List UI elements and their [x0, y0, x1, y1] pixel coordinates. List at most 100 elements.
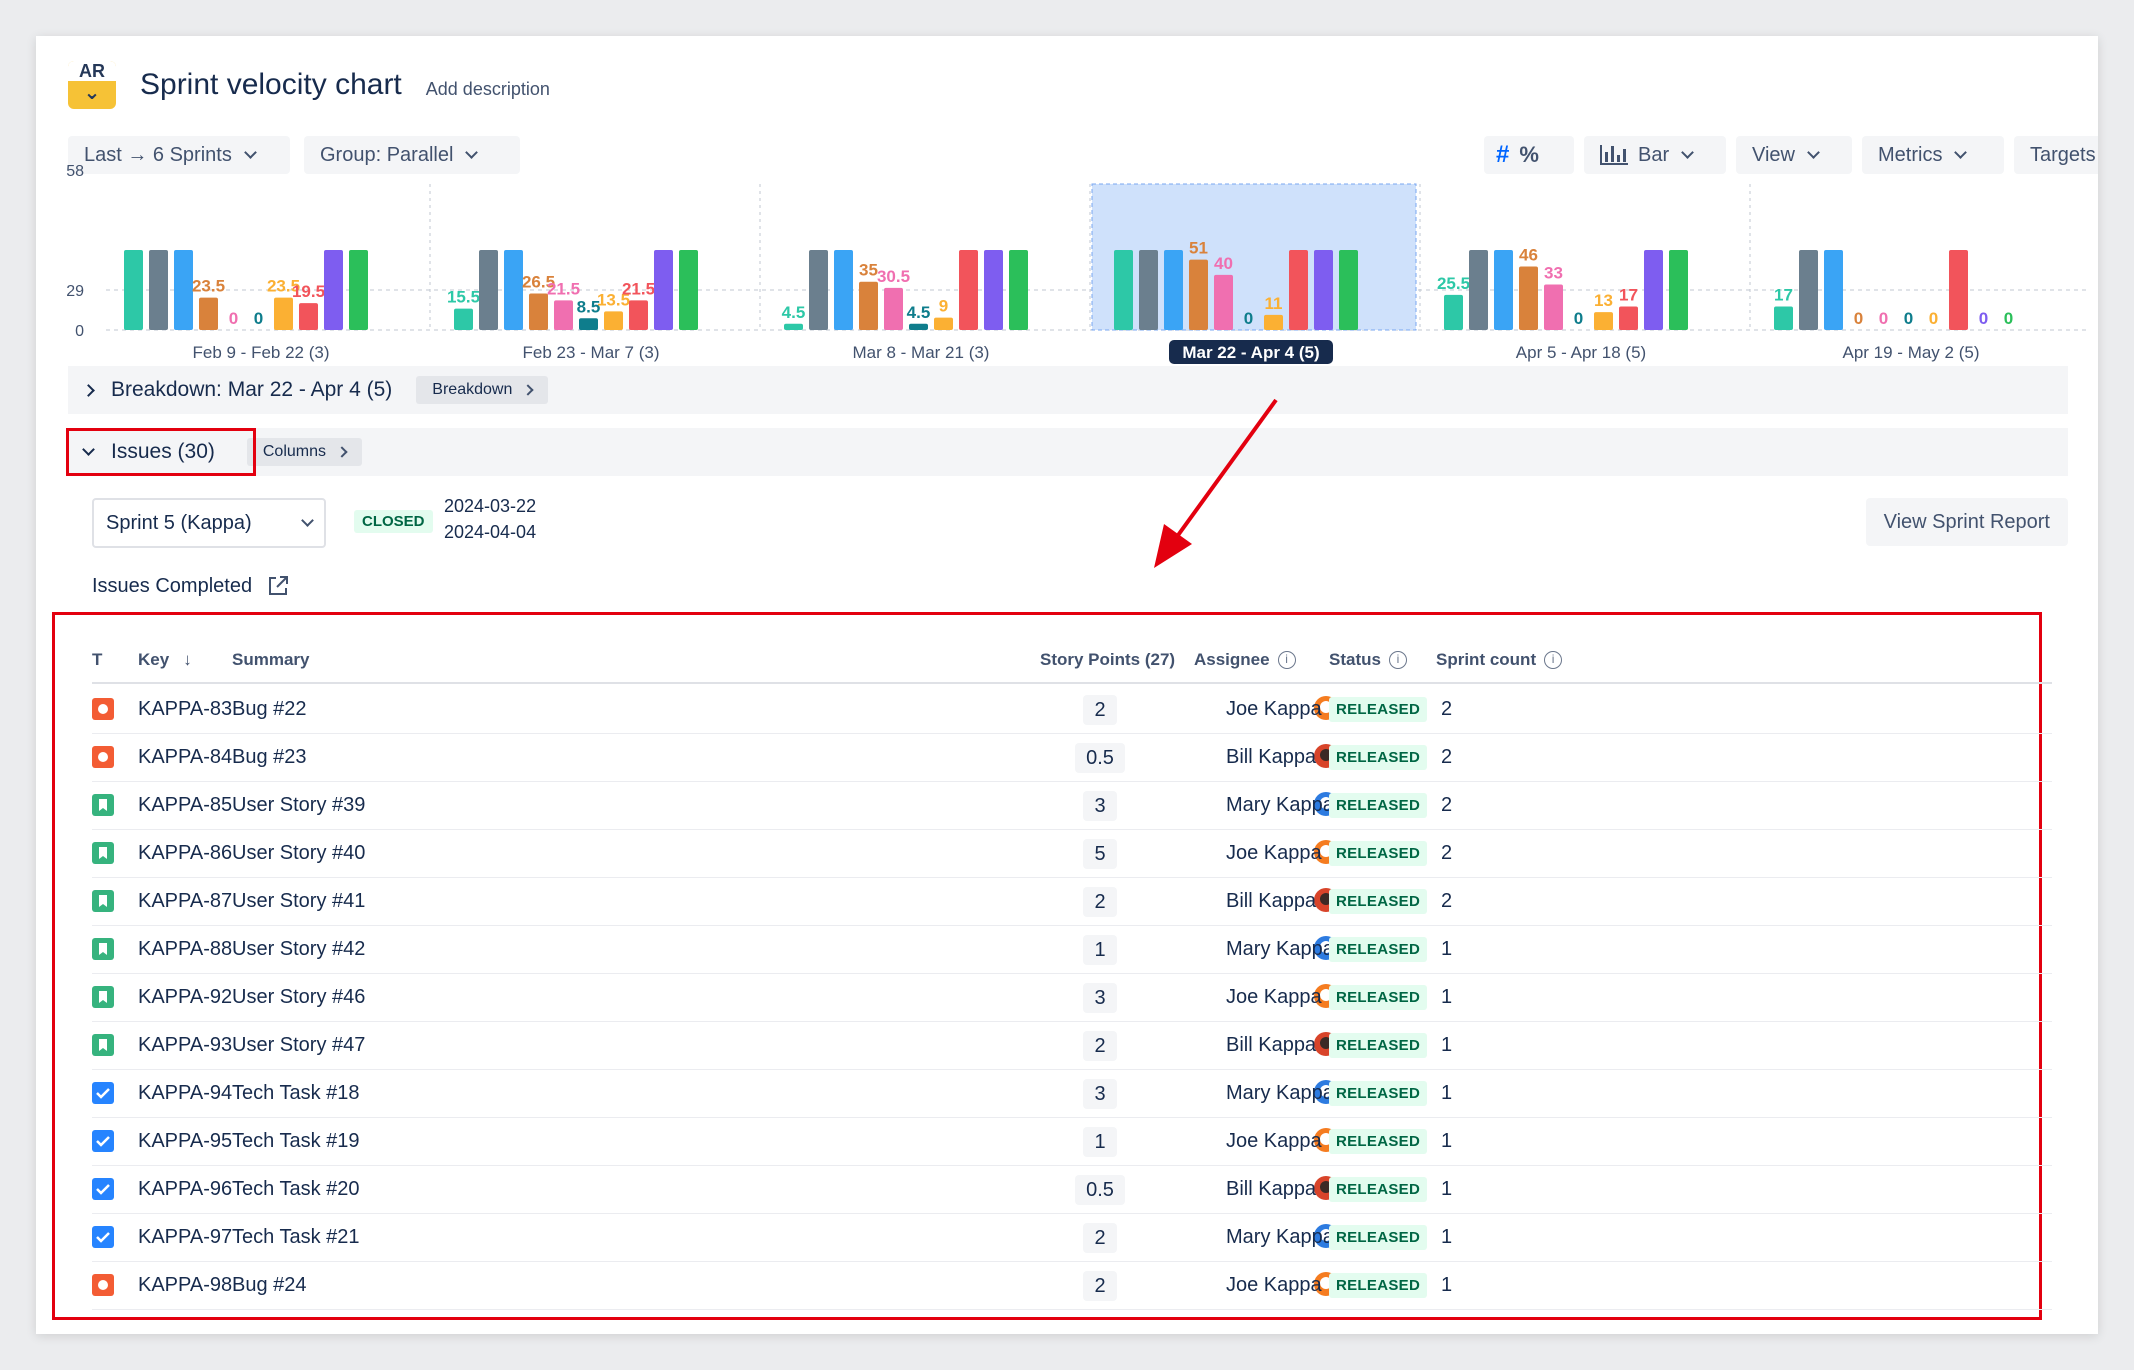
- add-description-link[interactable]: Add description: [426, 79, 550, 100]
- table-row[interactable]: KAPPA-98 Bug #24 2 Joe Kappa RELEASED 1: [92, 1262, 2052, 1310]
- issue-key-link[interactable]: KAPPA-94: [138, 1082, 232, 1105]
- assignee-name: Mary Kappa: [1226, 1082, 1334, 1104]
- info-icon[interactable]: i: [1544, 651, 1563, 669]
- issue-summary-link[interactable]: Tech Task #20: [232, 1178, 360, 1201]
- table-row[interactable]: KAPPA-86 User Story #40 5 Joe Kappa RELEASED…: [92, 830, 2052, 878]
- info-icon[interactable]: i: [1388, 651, 1407, 669]
- bar: [1594, 312, 1613, 330]
- col-type[interactable]: T: [92, 650, 102, 670]
- assignee-name: Joe Kappa: [1226, 986, 1322, 1008]
- issue-key-link[interactable]: KAPPA-98: [138, 1274, 232, 1297]
- issues-section[interactable]: Issues (30) Columns: [68, 428, 2068, 476]
- sprint-count-value: 2: [1441, 842, 1453, 864]
- bar: [604, 311, 623, 330]
- view-sprint-report-button[interactable]: View Sprint Report: [1865, 498, 2068, 546]
- issue-key-link[interactable]: KAPPA-95: [138, 1130, 232, 1153]
- table-row[interactable]: KAPPA-93 User Story #47 2 Bill Kappa RELEASE…: [92, 1022, 2052, 1070]
- breakdown-button[interactable]: Breakdown: [416, 376, 549, 404]
- table-row[interactable]: KAPPA-94 Tech Task #18 3 Mary Kappa RELEASED…: [92, 1070, 2052, 1118]
- issue-summary-link[interactable]: Tech Task #21: [232, 1226, 360, 1249]
- task-checkbox-icon: [92, 1082, 114, 1104]
- col-story-points[interactable]: Story Points (27): [1040, 650, 1175, 670]
- info-icon[interactable]: i: [1277, 651, 1296, 669]
- table-row[interactable]: KAPPA-96 Tech Task #20 0.5 Bill Kappa RELEAS…: [92, 1166, 2052, 1214]
- metrics-dropdown[interactable]: Metrics: [1862, 136, 2004, 174]
- col-sprint-count[interactable]: Sprint count i: [1436, 650, 1563, 670]
- bar: [959, 250, 978, 330]
- issue-summary-link[interactable]: User Story #46: [232, 986, 365, 1009]
- issue-key-link[interactable]: KAPPA-92: [138, 986, 232, 1009]
- issue-key-link[interactable]: KAPPA-84: [138, 746, 232, 769]
- columns-button[interactable]: Columns: [246, 438, 363, 466]
- x-tick-label: Feb 23 - Mar 7 (3): [523, 343, 660, 362]
- issue-key-link[interactable]: KAPPA-93: [138, 1034, 232, 1057]
- value-mode-toggle[interactable]: # %: [1484, 136, 1574, 174]
- issue-key-link[interactable]: KAPPA-97: [138, 1226, 232, 1249]
- issue-summary-link[interactable]: Bug #24: [232, 1274, 307, 1297]
- issue-key-link[interactable]: KAPPA-87: [138, 890, 232, 913]
- issue-summary-link[interactable]: User Story #47: [232, 1034, 365, 1057]
- issue-key-link[interactable]: KAPPA-96: [138, 1178, 232, 1201]
- table-row[interactable]: KAPPA-97 Tech Task #21 2 Mary Kappa RELEASED…: [92, 1214, 2052, 1262]
- expand-right-icon[interactable]: [82, 383, 95, 397]
- sprint-count-value: 1: [1441, 1178, 1453, 1200]
- sort-down-icon: ↓: [183, 650, 192, 669]
- percent-icon[interactable]: %: [1519, 142, 1539, 168]
- issue-summary-link[interactable]: Bug #23: [232, 746, 307, 769]
- data-label: 0: [1904, 309, 1913, 328]
- table-row[interactable]: KAPPA-85 User Story #39 3 Mary Kappa RELEASE…: [92, 782, 2052, 830]
- issue-key-link[interactable]: KAPPA-86: [138, 842, 232, 865]
- issue-summary-link[interactable]: Tech Task #18: [232, 1082, 360, 1105]
- col-status[interactable]: Status i: [1329, 650, 1407, 670]
- table-row[interactable]: KAPPA-88 User Story #42 1 Mary Kappa RELEASE…: [92, 926, 2052, 974]
- assignee-name: Joe Kappa: [1226, 1130, 1322, 1152]
- issue-summary-link[interactable]: User Story #41: [232, 890, 365, 913]
- table-row[interactable]: KAPPA-83 Bug #22 2 Joe Kappa RELEASED 2: [92, 686, 2052, 734]
- bar: [834, 250, 853, 330]
- issue-key-link[interactable]: KAPPA-88: [138, 938, 232, 961]
- annotation-arrow: [1154, 398, 1278, 568]
- group-dropdown[interactable]: Group: Parallel: [304, 136, 520, 174]
- story-bookmark-icon: [92, 842, 114, 864]
- bar: [909, 323, 928, 330]
- chart-type-dropdown[interactable]: Bar: [1584, 136, 1726, 174]
- data-label: 0: [229, 309, 238, 328]
- sprint-range-dropdown[interactable]: Last → 6 Sprints: [68, 136, 290, 174]
- bar: [1644, 250, 1663, 330]
- bar: [1444, 294, 1463, 330]
- task-checkbox-icon: [92, 1178, 114, 1200]
- page-title: Sprint velocity chart: [140, 68, 402, 101]
- col-assignee[interactable]: Assignee i: [1194, 650, 1296, 670]
- data-label: 19.5: [292, 282, 325, 301]
- hash-icon[interactable]: #: [1496, 141, 1509, 169]
- chevron-down-icon: [301, 514, 314, 527]
- bar: [784, 323, 803, 330]
- col-key[interactable]: Key ↓: [138, 650, 192, 670]
- targets-dropdown[interactable]: Targets: [2014, 136, 2098, 174]
- issue-summary-link[interactable]: Bug #22: [232, 698, 307, 721]
- issue-summary-link[interactable]: User Story #39: [232, 794, 365, 817]
- table-row[interactable]: KAPPA-84 Bug #23 0.5 Bill Kappa RELEASED 2: [92, 734, 2052, 782]
- x-tick-label: Feb 9 - Feb 22 (3): [192, 343, 329, 362]
- bar: [1114, 250, 1133, 330]
- view-dropdown[interactable]: View: [1736, 136, 1852, 174]
- story-points-value: 0.5: [1075, 1175, 1125, 1205]
- data-label: 25.5: [1437, 274, 1470, 293]
- sprint-select[interactable]: Sprint 5 (Kappa): [92, 498, 326, 548]
- table-row[interactable]: KAPPA-87 User Story #41 2 Bill Kappa RELEASE…: [92, 878, 2052, 926]
- bar: [1009, 250, 1028, 330]
- story-bookmark-icon: [92, 890, 114, 912]
- table-row[interactable]: KAPPA-92 User Story #46 3 Joe Kappa RELEASED…: [92, 974, 2052, 1022]
- issue-summary-link[interactable]: Tech Task #19: [232, 1130, 360, 1153]
- issue-summary-link[interactable]: User Story #40: [232, 842, 365, 865]
- bar: [1164, 250, 1183, 330]
- breakdown-section[interactable]: Breakdown: Mar 22 - Apr 4 (5) Breakdown: [68, 366, 2068, 414]
- col-summary[interactable]: Summary: [232, 650, 309, 670]
- y-tick-label-partial: 58: [66, 163, 84, 180]
- issue-summary-link[interactable]: User Story #42: [232, 938, 365, 961]
- issue-key-link[interactable]: KAPPA-83: [138, 698, 232, 721]
- bar: [1264, 314, 1283, 330]
- external-link-icon[interactable]: [266, 574, 290, 598]
- issue-key-link[interactable]: KAPPA-85: [138, 794, 232, 817]
- table-row[interactable]: KAPPA-95 Tech Task #19 1 Joe Kappa RELEASED 1: [92, 1118, 2052, 1166]
